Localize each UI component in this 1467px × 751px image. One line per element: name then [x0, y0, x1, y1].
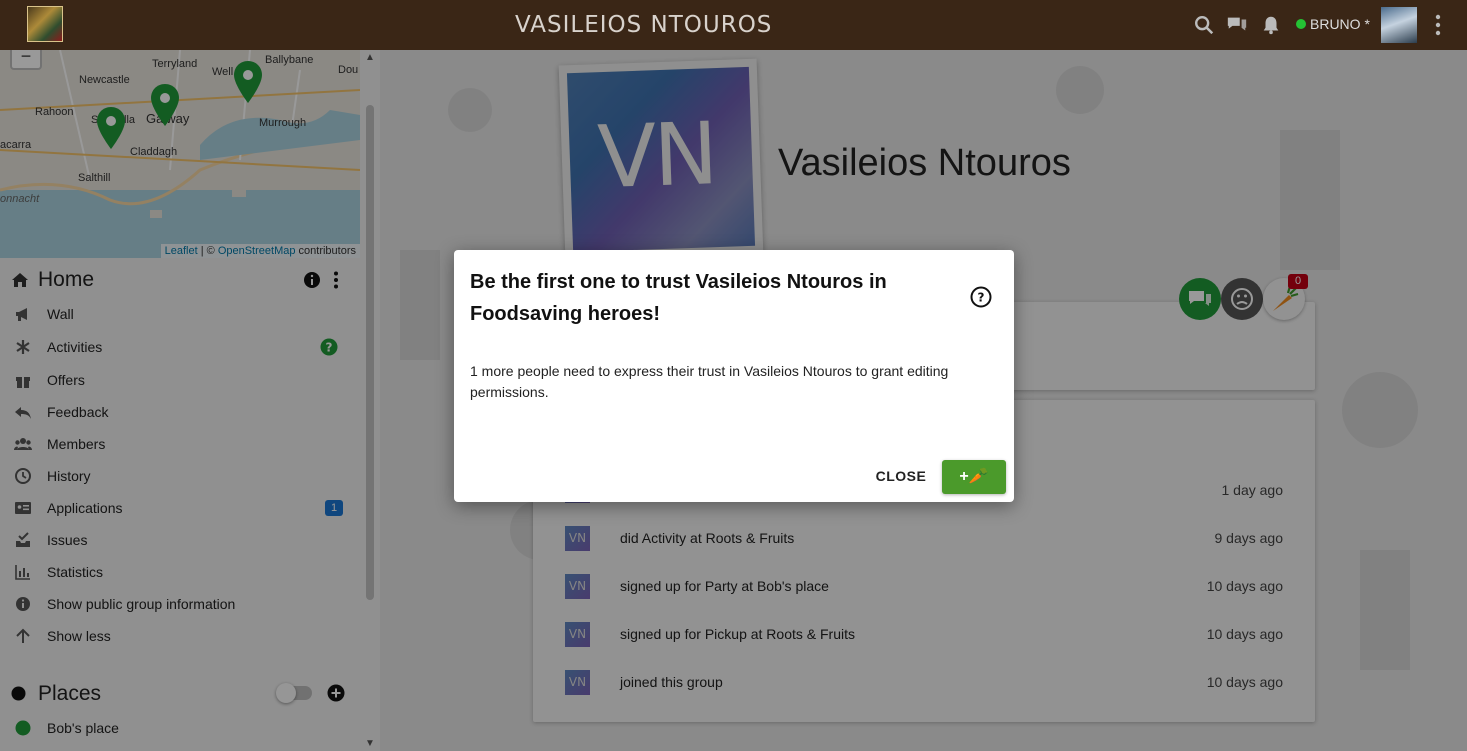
- online-status-icon: [1296, 19, 1306, 29]
- dialog-body: 1 more people need to express their trus…: [470, 363, 949, 400]
- user-avatar[interactable]: [1381, 7, 1417, 43]
- page-title: VASILEIOS NTOUROS: [515, 12, 773, 38]
- close-button[interactable]: CLOSE: [868, 462, 934, 490]
- dialog-title: Be the first one to trust Vasileios Ntou…: [470, 271, 887, 325]
- help-icon[interactable]: ?: [970, 286, 992, 308]
- svg-text:?: ?: [978, 291, 985, 305]
- search-icon[interactable]: [1193, 14, 1215, 36]
- user-name: BRUNO *: [1310, 16, 1370, 32]
- group-logo[interactable]: [27, 6, 63, 42]
- chat-icon[interactable]: [1226, 14, 1248, 36]
- top-bar: VASILEIOS NTOUROS BRUNO *: [0, 0, 1467, 50]
- user-menu[interactable]: BRUNO *: [1296, 16, 1370, 32]
- trust-dialog: Be the first one to trust Vasileios Ntou…: [454, 250, 1014, 502]
- bell-icon[interactable]: [1260, 14, 1282, 36]
- more-vert-icon[interactable]: [1434, 14, 1442, 36]
- trust-confirm-button[interactable]: +🥕: [942, 460, 1006, 494]
